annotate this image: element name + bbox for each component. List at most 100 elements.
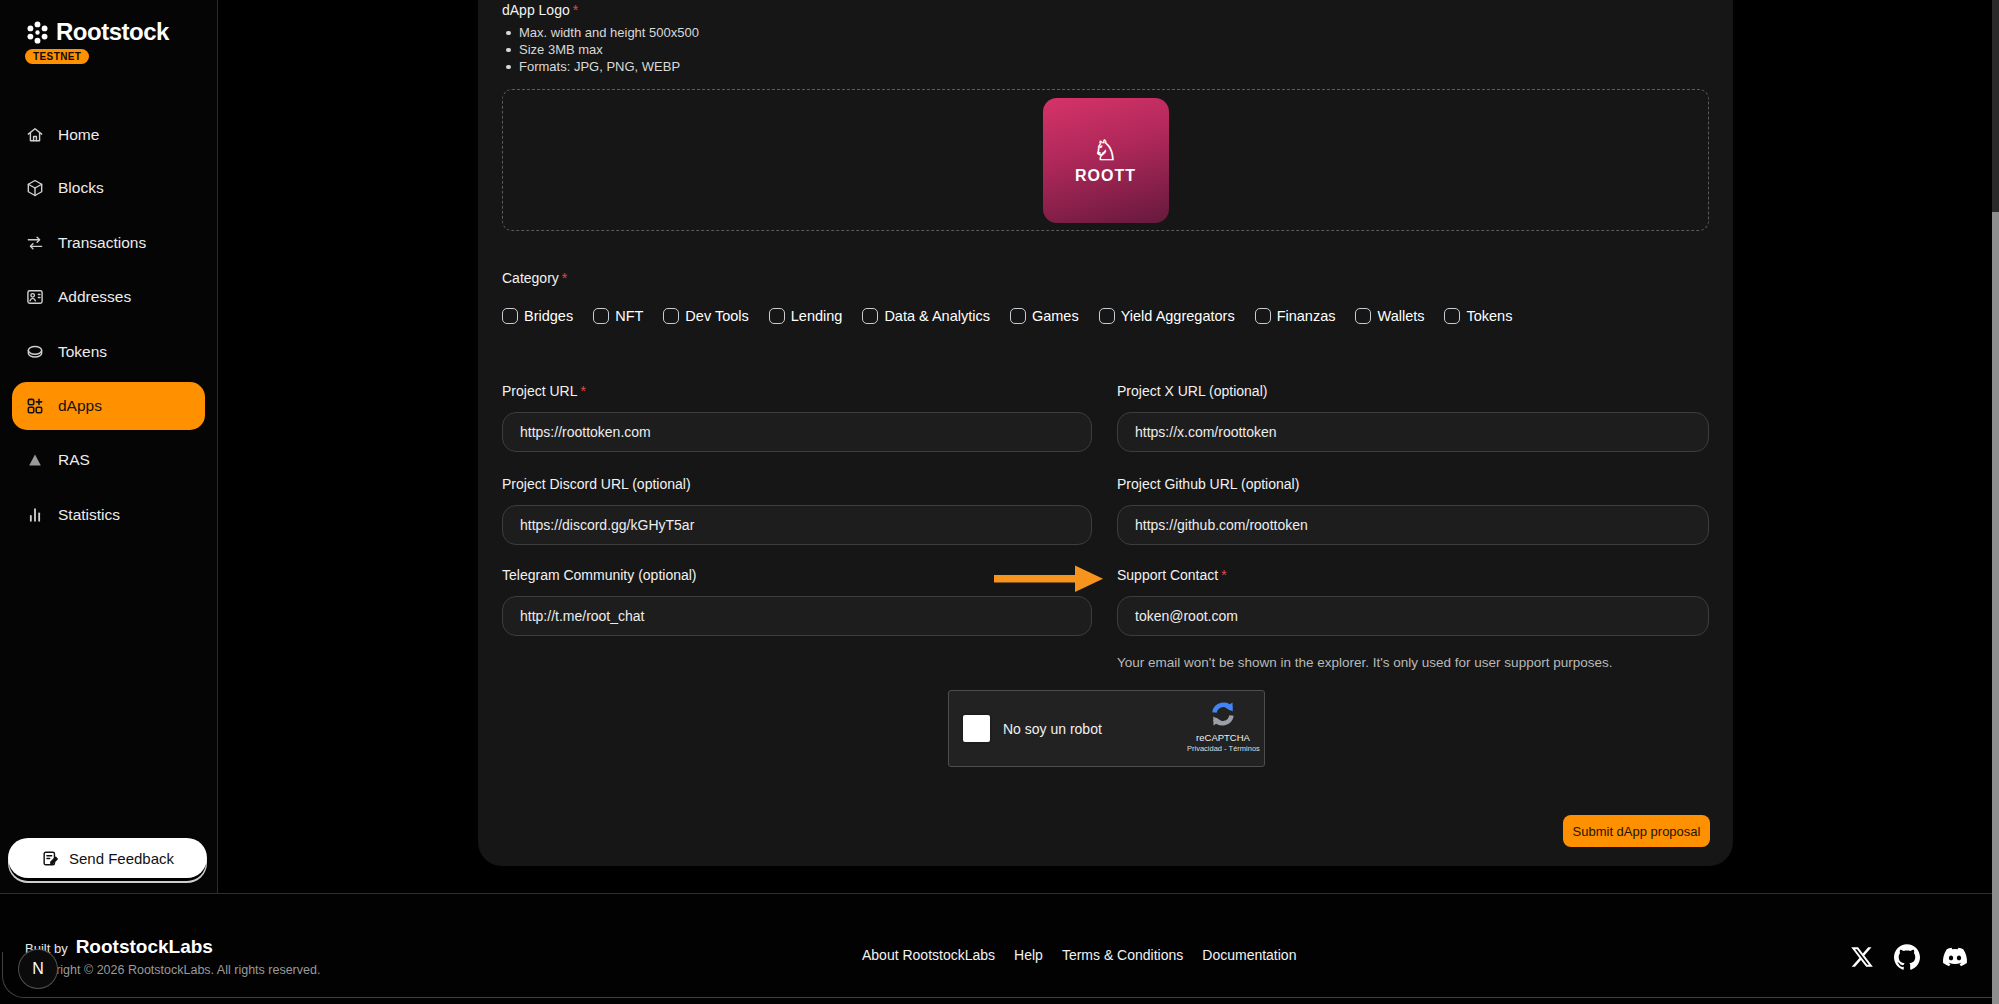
project-x-url-label: Project X URL (optional) xyxy=(1117,383,1709,399)
project-url-label: Project URL* xyxy=(502,383,1092,399)
category-option-bridges[interactable]: Bridges xyxy=(502,308,573,324)
project-x-url-input[interactable]: https://x.com/roottoken xyxy=(1117,412,1709,452)
tokens-icon xyxy=(25,342,45,362)
feedback-icon xyxy=(41,849,60,868)
logo-rule: Max. width and height 500x500 xyxy=(506,24,699,41)
scrollbar-thumb[interactable] xyxy=(1992,212,1999,1004)
sidebar: Rootstock TESTNET Home Blocks Transacti xyxy=(0,0,218,893)
field-github-url: Project Github URL (optional) https://gi… xyxy=(1117,476,1709,545)
field-support-contact: Support Contact* token@root.com xyxy=(1117,567,1709,636)
sidebar-item-label: Home xyxy=(58,126,99,144)
annotation-arrow xyxy=(990,560,1115,600)
sidebar-item-dapps[interactable]: dApps xyxy=(12,382,205,430)
category-option-lending[interactable]: Lending xyxy=(769,308,843,324)
sidebar-item-blocks[interactable]: Blocks xyxy=(0,171,218,205)
checkbox[interactable] xyxy=(1355,308,1371,324)
sidebar-item-label: Blocks xyxy=(58,179,104,197)
category-label: Category* xyxy=(502,270,567,286)
page: Rootstock TESTNET Home Blocks Transacti xyxy=(0,0,1999,1004)
checkbox[interactable] xyxy=(1099,308,1115,324)
sidebar-item-label: Transactions xyxy=(58,234,146,252)
checkbox[interactable] xyxy=(593,308,609,324)
footer-link-about[interactable]: About RootstockLabs xyxy=(862,947,995,963)
telegram-input[interactable]: http://t.me/root_chat xyxy=(502,596,1092,636)
category-option-yield[interactable]: Yield Aggregators xyxy=(1099,308,1235,324)
category-option-tokens[interactable]: Tokens xyxy=(1444,308,1512,324)
blocks-icon xyxy=(25,178,45,198)
sidebar-item-label: RAS xyxy=(58,451,90,469)
footer: Built by RootstockLabs Copyright © 2026 … xyxy=(0,893,1999,1004)
social-icons xyxy=(1850,942,1970,972)
company-name[interactable]: RootstockLabs xyxy=(76,936,213,958)
logo-dropzone[interactable]: ♘ ROOTT xyxy=(502,89,1709,231)
footer-link-terms[interactable]: Terms & Conditions xyxy=(1062,947,1183,963)
support-helper-text: Your email won't be shown in the explore… xyxy=(1117,655,1612,670)
checkbox[interactable] xyxy=(1444,308,1460,324)
support-contact-input[interactable]: token@root.com xyxy=(1117,596,1709,636)
brand-name: Rootstock xyxy=(56,18,169,46)
checkbox[interactable] xyxy=(862,308,878,324)
github-url-label: Project Github URL (optional) xyxy=(1117,476,1709,492)
project-url-input[interactable]: https://roottoken.com xyxy=(502,412,1092,452)
logo-rules: Max. width and height 500x500 Size 3MB m… xyxy=(506,24,699,75)
recaptcha-label: No soy un robot xyxy=(1003,721,1102,737)
rootstock-logo-icon xyxy=(25,20,50,45)
submit-dapp-proposal-button[interactable]: Submit dApp proposal xyxy=(1563,815,1710,847)
recaptcha-checkbox[interactable] xyxy=(963,715,990,742)
sidebar-item-tokens[interactable]: Tokens xyxy=(0,335,218,369)
category-option-wallets[interactable]: Wallets xyxy=(1355,308,1424,324)
discord-url-label: Project Discord URL (optional) xyxy=(502,476,1092,492)
footer-link-help[interactable]: Help xyxy=(1014,947,1043,963)
ras-icon xyxy=(25,450,45,470)
checkbox[interactable] xyxy=(502,308,518,324)
logo-preview-text: ROOTT xyxy=(1075,167,1136,185)
recaptcha-icon xyxy=(1207,698,1239,730)
sidebar-item-transactions[interactable]: Transactions xyxy=(0,226,218,260)
brand[interactable]: Rootstock xyxy=(25,18,169,46)
recaptcha-brand: reCAPTCHA Privacidad - Términos xyxy=(1187,698,1259,753)
sidebar-item-statistics[interactable]: Statistics xyxy=(0,498,218,532)
checkbox[interactable] xyxy=(1010,308,1026,324)
sidebar-item-ras[interactable]: RAS xyxy=(0,443,218,477)
testnet-badge: TESTNET xyxy=(25,49,89,64)
category-options: Bridges NFT Dev Tools Lending Data & Ana… xyxy=(502,308,1512,324)
category-option-nft[interactable]: NFT xyxy=(593,308,643,324)
category-option-finanzas[interactable]: Finanzas xyxy=(1255,308,1336,324)
checkbox[interactable] xyxy=(769,308,785,324)
recaptcha-terms[interactable]: Privacidad - Términos xyxy=(1187,744,1259,753)
feedback-label: Send Feedback xyxy=(69,850,174,867)
built-by: Built by RootstockLabs xyxy=(25,936,213,958)
sidebar-item-label: Addresses xyxy=(58,288,131,306)
recaptcha-widget: No soy un robot reCAPTCHA Privacidad - T… xyxy=(948,690,1265,767)
sidebar-item-label: Statistics xyxy=(58,506,120,524)
github-icon[interactable] xyxy=(1894,944,1920,970)
sidebar-item-label: Tokens xyxy=(58,343,107,361)
logo-preview: ♘ ROOTT xyxy=(1043,98,1169,223)
dapp-proposal-card: dApp Logo* Max. width and height 500x500… xyxy=(478,0,1733,866)
transactions-icon xyxy=(25,233,45,253)
discord-icon[interactable] xyxy=(1940,945,1970,969)
dapps-icon xyxy=(25,396,45,416)
field-discord-url: Project Discord URL (optional) https://d… xyxy=(502,476,1092,545)
knight-icon: ♘ xyxy=(1093,136,1118,165)
copyright: Copyright © 2026 RootstockLabs. All righ… xyxy=(27,963,320,977)
logo-rule: Size 3MB max xyxy=(506,41,699,58)
category-option-devtools[interactable]: Dev Tools xyxy=(663,308,748,324)
discord-url-input[interactable]: https://discord.gg/kGHyT5ar xyxy=(502,505,1092,545)
dapp-logo-label: dApp Logo* xyxy=(502,2,578,18)
category-option-data-analytics[interactable]: Data & Analytics xyxy=(862,308,990,324)
footer-links: About RootstockLabs Help Terms & Conditi… xyxy=(862,947,1296,963)
statistics-icon xyxy=(25,505,45,525)
n-avatar[interactable]: N xyxy=(18,949,58,989)
x-icon[interactable] xyxy=(1850,945,1874,969)
send-feedback-button[interactable]: Send Feedback xyxy=(8,838,207,878)
checkbox[interactable] xyxy=(663,308,679,324)
github-url-input[interactable]: https://github.com/roottoken xyxy=(1117,505,1709,545)
checkbox[interactable] xyxy=(1255,308,1271,324)
footer-link-docs[interactable]: Documentation xyxy=(1202,947,1296,963)
support-contact-label: Support Contact* xyxy=(1117,567,1709,583)
category-option-games[interactable]: Games xyxy=(1010,308,1079,324)
sidebar-item-addresses[interactable]: Addresses xyxy=(0,280,218,314)
sidebar-item-home[interactable]: Home xyxy=(0,118,218,152)
field-project-x-url: Project X URL (optional) https://x.com/r… xyxy=(1117,383,1709,452)
